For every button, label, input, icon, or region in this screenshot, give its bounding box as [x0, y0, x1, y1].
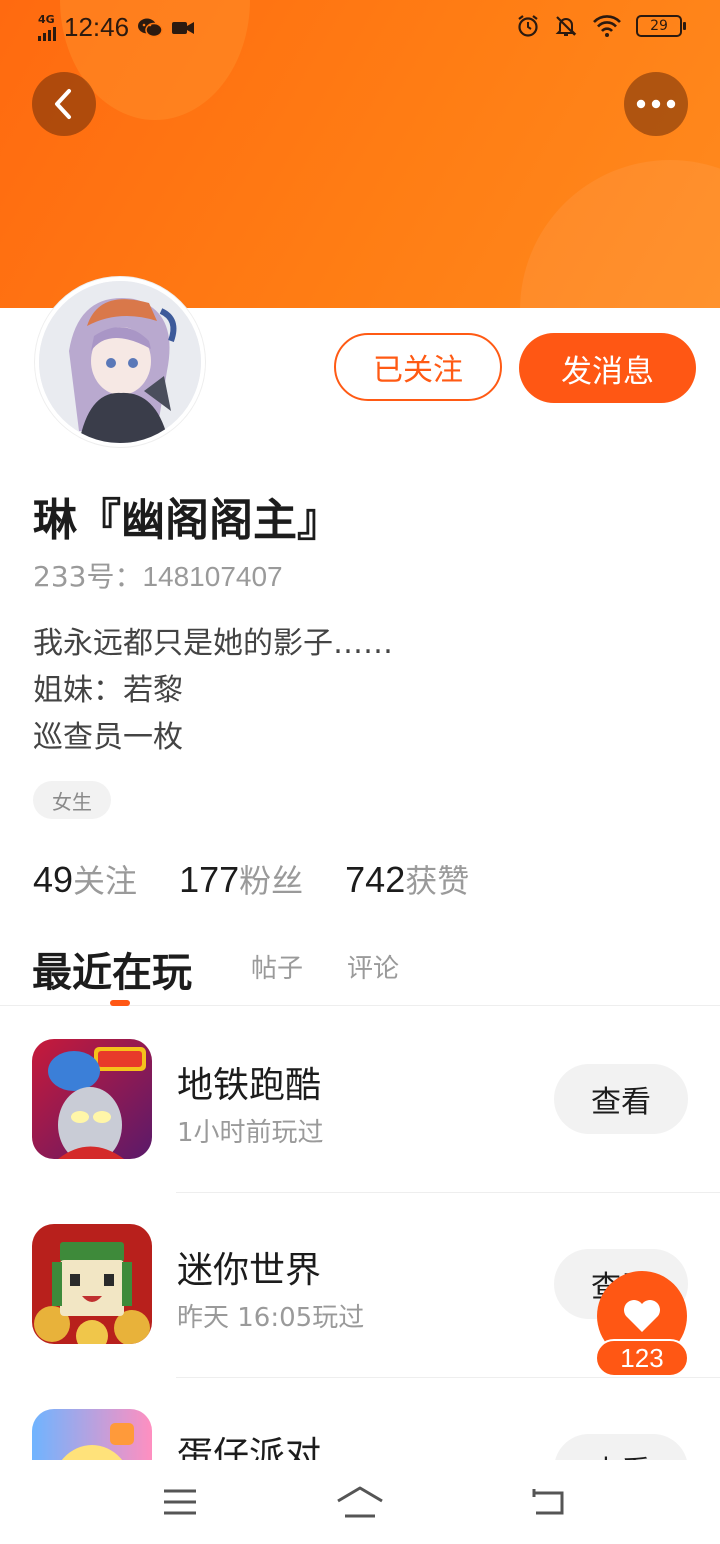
active-tab-indicator	[110, 1000, 130, 1006]
system-navigation-bar	[0, 1460, 720, 1544]
menu-icon	[164, 1489, 196, 1515]
stat-fans-label: 粉丝	[239, 862, 304, 900]
subway-surfers-game-icon	[32, 1039, 152, 1159]
wifi-icon	[593, 15, 621, 37]
nav-menu-button[interactable]	[150, 1480, 210, 1524]
list-item[interactable]: 蛋仔派对 查看	[0, 1378, 720, 1460]
stat-following[interactable]: 49关注	[33, 856, 137, 902]
nav-back-button[interactable]	[518, 1480, 578, 1524]
game-last-played: 昨天 16:05玩过	[177, 1303, 365, 1333]
user-avatar[interactable]	[35, 277, 205, 447]
cellular-signal-icon: 4G	[38, 14, 56, 41]
chevron-left-icon	[55, 89, 71, 119]
tab-posts[interactable]: 帖子	[251, 948, 303, 985]
eggy-party-game-icon	[32, 1409, 152, 1460]
back-button[interactable]	[32, 72, 96, 136]
user-id-label: 233号：	[33, 560, 143, 593]
battery-indicator: 29	[636, 15, 686, 37]
list-item[interactable]: 地铁跑酷 1小时前玩过 查看	[0, 1008, 720, 1193]
bio-line: 姐妹：若黎	[33, 673, 183, 708]
more-options-button[interactable]	[624, 72, 688, 136]
stat-following-count: 49	[33, 859, 74, 900]
nav-home-button[interactable]	[330, 1480, 390, 1524]
user-nickname: 琳『幽阁阁主』	[33, 495, 341, 546]
user-bio: 我永远都只是她的影子…… 姐妹：若黎 巡查员一枚	[33, 620, 393, 761]
stat-likes-label: 获赞	[405, 862, 470, 900]
profile-stats: 49关注 177粉丝 742获赞	[33, 856, 469, 902]
followed-button[interactable]: 已关注	[334, 333, 502, 401]
stat-likes: 742获赞	[345, 856, 469, 902]
send-message-button[interactable]: 发消息	[519, 333, 696, 403]
tab-comments[interactable]: 评论	[347, 948, 399, 985]
user-id-value: 148107407	[142, 561, 283, 592]
recently-played-list: 地铁跑酷 1小时前玩过 查看 迷你世界 昨天 16:05玩过 查看	[0, 1008, 720, 1460]
mini-world-game-icon	[32, 1224, 152, 1344]
home-icon	[337, 1486, 383, 1518]
alarm-icon	[518, 15, 538, 37]
wechat-notification-icon	[138, 18, 163, 37]
stat-following-label: 关注	[73, 862, 138, 900]
profile-tabs: 最近在玩 帖子 评论	[0, 930, 720, 1006]
game-title: 地铁跑酷	[177, 1065, 322, 1106]
view-game-button[interactable]: 查看	[554, 1434, 688, 1460]
bio-line: 巡查员一枚	[33, 720, 183, 755]
stat-fans[interactable]: 177粉丝	[179, 856, 303, 902]
banner-decoration	[520, 160, 720, 308]
game-last-played: 1小时前玩过	[177, 1118, 324, 1148]
stat-likes-count: 742	[345, 859, 406, 900]
network-type-label: 4G	[38, 13, 55, 26]
heart-icon	[624, 1300, 660, 1332]
more-dots-icon	[636, 99, 676, 109]
stat-fans-count: 177	[179, 859, 240, 900]
status-bar: 4G 12:46 29	[0, 0, 720, 58]
like-count-badge: 123	[595, 1339, 689, 1377]
tab-recently-played[interactable]: 最近在玩	[32, 940, 192, 998]
view-game-button[interactable]: 查看	[554, 1064, 688, 1134]
video-record-icon	[172, 21, 195, 34]
back-arrow-icon	[532, 1489, 564, 1515]
game-title: 迷你世界	[177, 1250, 322, 1291]
status-time: 12:46	[64, 12, 130, 42]
anime-girl-avatar-image	[39, 281, 201, 443]
bio-line: 我永远都只是她的影子……	[33, 626, 393, 661]
gender-tag: 女生	[33, 781, 111, 819]
mute-bell-icon	[555, 16, 577, 36]
user-id: 233号：148107407	[33, 555, 283, 595]
game-title: 蛋仔派对	[177, 1435, 322, 1460]
